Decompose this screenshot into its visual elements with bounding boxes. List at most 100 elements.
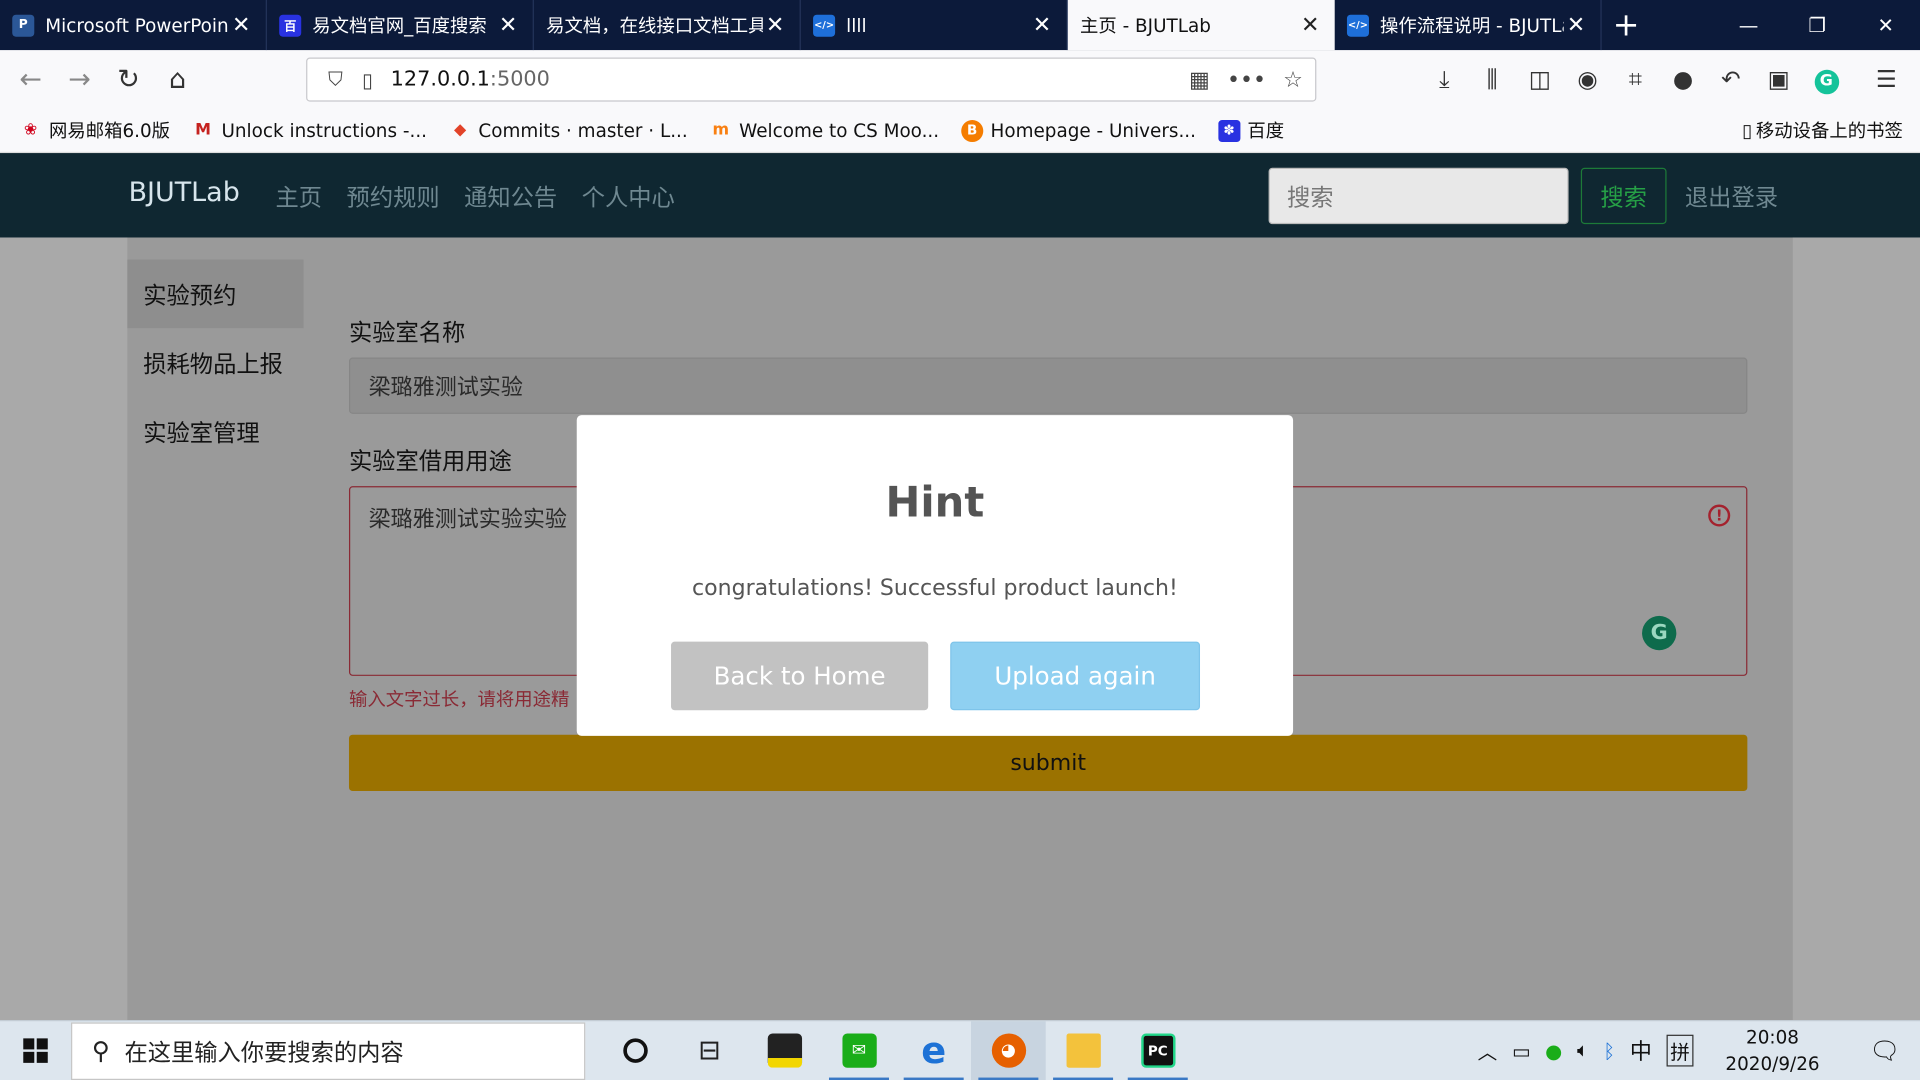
bookmark-label: Commits · master · L... bbox=[478, 119, 688, 142]
hint-modal: Hint congratulations! Successful product… bbox=[576, 415, 1294, 736]
close-window-icon[interactable]: ✕ bbox=[1851, 0, 1920, 50]
site-search-input[interactable]: 搜索 bbox=[1268, 167, 1569, 225]
grammarly-icon[interactable]: G bbox=[1802, 65, 1850, 95]
nav-profile[interactable]: 个人中心 bbox=[582, 180, 675, 213]
system-tray: ︿ ▭ ● 🔈︎ ᛒ 中 拼 20:08 2020/9/26 🗨︎ bbox=[1470, 1024, 1920, 1078]
upload-again-button[interactable]: Upload again bbox=[950, 641, 1201, 711]
pycharm-icon[interactable]: PC bbox=[1120, 1021, 1195, 1080]
extension-icon[interactable]: ▣ bbox=[1755, 66, 1803, 93]
modal-title: Hint bbox=[885, 478, 985, 528]
bluetooth-icon[interactable]: ᛒ bbox=[1603, 1039, 1615, 1062]
submit-button[interactable]: submit bbox=[348, 734, 1748, 792]
bookmark-label: Unlock instructions -... bbox=[221, 119, 428, 142]
task-view-icon[interactable]: ⊟ bbox=[672, 1021, 747, 1080]
tab-close-icon[interactable]: ✕ bbox=[763, 12, 787, 38]
mobile-bookmarks[interactable]: ▯ 移动设备上的书签 bbox=[1742, 118, 1903, 144]
sidebar: 实验预约 损耗物品上报 实验室管理 bbox=[127, 259, 304, 466]
address-bar[interactable]: ⛉ ▯ 127.0.0.1:5000 ▦ ••• ☆ bbox=[306, 57, 1317, 102]
minimize-icon[interactable]: — bbox=[1714, 0, 1783, 50]
crop-icon[interactable]: ⌗ bbox=[1611, 66, 1659, 93]
browser-tab-bar: P Microsoft PowerPoint ✕ 百 易文档官网_百度搜索 ✕ … bbox=[0, 0, 1920, 51]
reload-icon[interactable]: ↻ bbox=[104, 55, 153, 104]
menu-icon[interactable]: ☰ bbox=[1862, 66, 1910, 93]
site-search-button[interactable]: 搜索 bbox=[1580, 167, 1667, 225]
notification-icon[interactable]: 🗨︎ bbox=[1856, 1036, 1912, 1065]
tab-bjutlab-guide[interactable]: </> 操作流程说明 - BJUTLab ✕ bbox=[1335, 0, 1602, 51]
clock-time: 20:08 bbox=[1746, 1026, 1799, 1049]
bookmark-homepage-university[interactable]: B Homepage - Univers... bbox=[961, 119, 1196, 142]
tab-close-icon[interactable]: ✕ bbox=[229, 12, 253, 38]
tab-llll[interactable]: </> llll ✕ bbox=[801, 0, 1068, 51]
more-actions-icon[interactable]: ••• bbox=[1227, 67, 1266, 93]
tab-title: Microsoft PowerPoint bbox=[45, 14, 229, 37]
logout-link[interactable]: 退出登录 bbox=[1685, 180, 1778, 213]
firefox-icon[interactable]: ◕ bbox=[971, 1020, 1046, 1080]
nav-home[interactable]: 主页 bbox=[276, 180, 323, 213]
grammarly-icon[interactable]: G bbox=[1642, 615, 1677, 651]
bookmark-unlock-instructions[interactable]: M Unlock instructions -... bbox=[192, 119, 427, 141]
sidebar-icon[interactable]: ◫ bbox=[1516, 66, 1564, 93]
sidebar-item-reservation[interactable]: 实验预约 bbox=[127, 259, 304, 329]
purpose-label: 实验室借用用途 bbox=[348, 448, 512, 476]
sidebar-item-damage-report[interactable]: 损耗物品上报 bbox=[127, 328, 303, 397]
gmail-icon: M bbox=[195, 121, 212, 140]
volume-icon[interactable]: 🔈︎ bbox=[1577, 1038, 1589, 1062]
edge-icon[interactable]: e bbox=[896, 1021, 971, 1080]
home-icon[interactable]: ⌂ bbox=[153, 55, 202, 104]
tray-expand-icon[interactable]: ︿ bbox=[1478, 1036, 1498, 1065]
file-explorer-icon[interactable] bbox=[1046, 1021, 1121, 1080]
bookmark-netease-mail[interactable]: ❀ 网易邮箱6.0版 bbox=[20, 118, 170, 144]
bookmark-label: 百度 bbox=[1247, 120, 1285, 143]
qr-code-icon[interactable]: ▦ bbox=[1189, 67, 1210, 93]
tab-powerpoint[interactable]: P Microsoft PowerPoint ✕ bbox=[0, 0, 267, 51]
window-controls: — ❐ ✕ bbox=[1714, 0, 1920, 50]
forward-arrow-icon[interactable]: → bbox=[55, 55, 104, 104]
download-icon[interactable]: ⤓ bbox=[1420, 66, 1468, 93]
back-to-home-button[interactable]: Back to Home bbox=[671, 641, 929, 711]
lab-name-input[interactable]: 梁璐雅测试实验 bbox=[348, 357, 1748, 414]
start-button[interactable] bbox=[0, 1021, 71, 1080]
bookmark-star-icon[interactable]: ☆ bbox=[1283, 67, 1303, 93]
url-text[interactable]: 127.0.0.1:5000 bbox=[391, 67, 550, 91]
tab-close-icon[interactable]: ✕ bbox=[1030, 12, 1054, 38]
tab-close-icon[interactable]: ✕ bbox=[1298, 12, 1322, 38]
wechat-tray-icon[interactable]: ● bbox=[1545, 1039, 1562, 1062]
chat-icon[interactable]: ● bbox=[1659, 66, 1707, 93]
tab-baidu-search[interactable]: 百 易文档官网_百度搜索 ✕ bbox=[267, 0, 534, 51]
tab-bjutlab-home[interactable]: 主页 - BJUTLab ✕ bbox=[1067, 0, 1335, 51]
network-icon[interactable]: ▭ bbox=[1512, 1039, 1531, 1062]
undo-icon[interactable]: ↶ bbox=[1707, 66, 1755, 93]
ime-pinyin[interactable]: 拼 bbox=[1666, 1034, 1694, 1067]
gitlab-icon: ◆ bbox=[453, 121, 467, 140]
taskbar-search-box[interactable]: ⚲ 在这里输入你要搜索的内容 bbox=[71, 1021, 586, 1080]
ime-mode[interactable]: 中 bbox=[1630, 1035, 1652, 1067]
bookmark-baidu[interactable]: ✽ 百度 bbox=[1218, 118, 1284, 144]
bookmark-cs-moodle[interactable]: m Welcome to CS Moo... bbox=[710, 119, 939, 141]
search-icon: ⚲ bbox=[91, 1035, 110, 1066]
purpose-text: 梁璐雅测试实验实验 bbox=[368, 506, 567, 533]
site-brand[interactable]: BJUTLab bbox=[129, 178, 240, 209]
cortana-icon[interactable] bbox=[598, 1021, 673, 1080]
account-icon[interactable]: ◉ bbox=[1564, 66, 1612, 93]
nav-notices[interactable]: 通知公告 bbox=[464, 180, 557, 213]
tab-yiwendang[interactable]: 易文档，在线接口文档工具 ✕ bbox=[534, 0, 801, 51]
tab-close-icon[interactable]: ✕ bbox=[1564, 12, 1588, 38]
new-tab-button[interactable]: + bbox=[1602, 0, 1651, 50]
clock[interactable]: 20:08 2020/9/26 bbox=[1718, 1024, 1827, 1078]
sidebar-item-lab-management[interactable]: 实验室管理 bbox=[127, 397, 303, 466]
sticky-notes-icon[interactable] bbox=[747, 1021, 822, 1080]
page-info-icon[interactable]: ▯ bbox=[351, 68, 383, 91]
back-arrow-icon[interactable]: ← bbox=[6, 55, 55, 104]
restore-icon[interactable]: ❐ bbox=[1783, 0, 1852, 50]
shield-icon[interactable]: ⛉ bbox=[320, 67, 352, 91]
nav-rules[interactable]: 预约规则 bbox=[347, 180, 440, 213]
library-icon[interactable]: ⫼ bbox=[1468, 66, 1516, 93]
error-icon: ! bbox=[1708, 504, 1731, 527]
tab-close-icon[interactable]: ✕ bbox=[496, 12, 520, 38]
wechat-icon[interactable]: ✉ bbox=[822, 1021, 897, 1080]
site-header: BJUTLab 主页 预约规则 通知公告 个人中心 搜索 搜索 退出登录 bbox=[0, 153, 1920, 238]
mobile-device-icon: ▯ bbox=[1742, 119, 1753, 142]
bookmark-gitlab-commits[interactable]: ◆ Commits · master · L... bbox=[449, 119, 688, 141]
browser-nav-bar: ← → ↻ ⌂ ⛉ ▯ 127.0.0.1:5000 ▦ ••• ☆ ⤓ ⫼ ◫… bbox=[0, 50, 1920, 109]
browser-toolbar: ⤓ ⫼ ◫ ◉ ⌗ ● ↶ ▣ G ☰ bbox=[1420, 50, 1910, 109]
